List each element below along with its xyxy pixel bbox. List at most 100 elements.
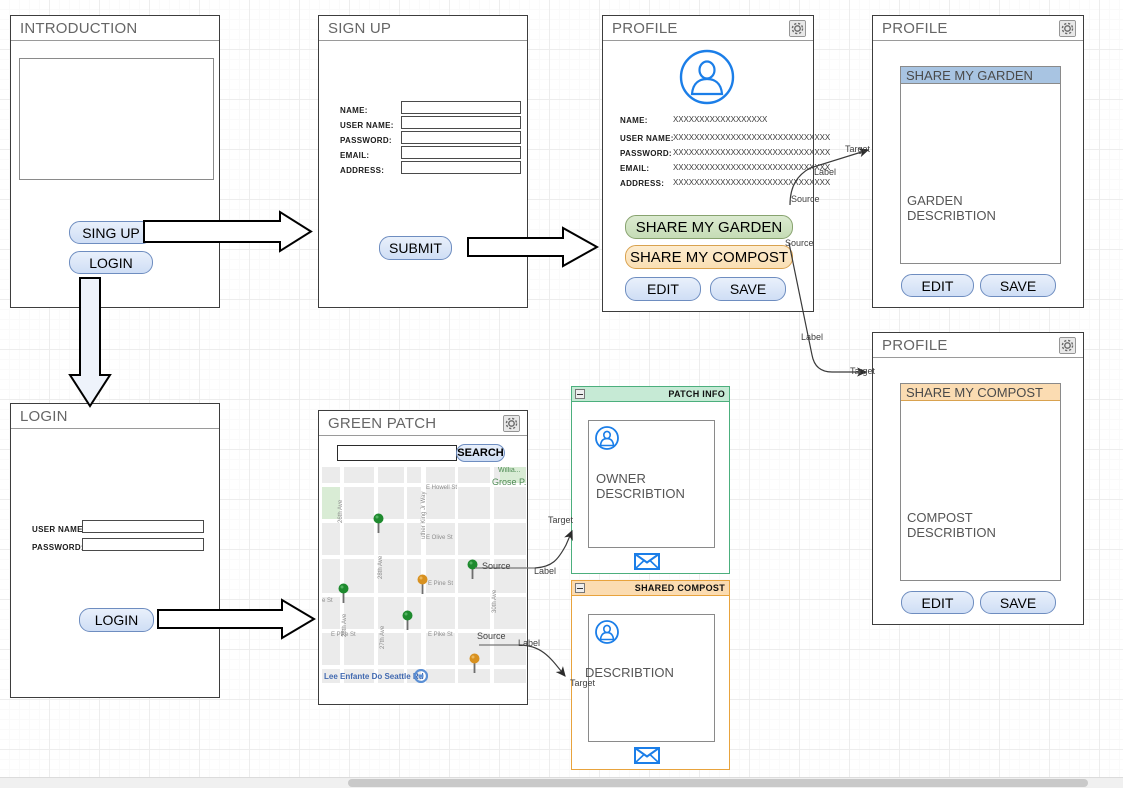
gear-icon[interactable]	[503, 415, 520, 432]
card-shared-compost[interactable]: SHARED COMPOST DESCRIBTION	[571, 580, 730, 770]
map-pin-orange[interactable]	[469, 653, 480, 673]
signup-address-input[interactable]	[401, 161, 521, 174]
map-street-label: 28th Ave	[342, 613, 348, 637]
signup-username-label: USER NAME:	[340, 121, 394, 130]
page-title: PROFILE	[882, 337, 948, 354]
page-title: GREEN PATCH	[328, 415, 437, 432]
envelope-icon[interactable]	[634, 553, 660, 575]
patch-info-description: OWNER DESCRIBTION	[596, 471, 685, 501]
page-title: SIGN UP	[328, 20, 392, 37]
search-input[interactable]	[337, 445, 457, 461]
connector-label-label: Label	[518, 638, 541, 648]
profile-email-label: EMAIL:	[620, 164, 650, 173]
map-park-label-top: Willia...	[498, 467, 521, 474]
shared-compost-body: DESCRIBTION	[585, 614, 715, 742]
signup-password-label: PASSWORD:	[340, 136, 392, 145]
map-street-label: e St	[322, 598, 333, 604]
signup-email-label: EMAIL:	[340, 151, 370, 160]
gear-icon[interactable]	[789, 20, 806, 37]
connector-label-label: Label	[814, 167, 837, 177]
signup-email-input[interactable]	[401, 146, 521, 159]
introduction-image-placeholder	[19, 58, 214, 180]
signup-name-input[interactable]	[401, 101, 521, 114]
page-title: PROFILE	[612, 20, 678, 37]
panel-login[interactable]: LOGIN USER NAME: PASSWORD: LOGIN	[10, 403, 220, 698]
profile-save-button[interactable]: SAVE	[710, 277, 786, 301]
profile-email-value: XXXXXXXXXXXXXXXXXXXXXXXXXXXXXX	[673, 163, 831, 172]
profile-password-value: XXXXXXXXXXXXXXXXXXXXXXXXXXXXXX	[673, 148, 831, 157]
shared-compost-title: SHARED COMPOST	[634, 583, 725, 593]
login-button[interactable]: LOGIN	[69, 251, 153, 274]
signup-username-input[interactable]	[401, 116, 521, 129]
page-title: INTRODUCTION	[20, 20, 138, 37]
green-patch-title-bar: GREEN PATCH	[319, 411, 527, 436]
connector-label-label: Label	[801, 332, 824, 342]
map-street-label: 26th Ave	[338, 499, 344, 523]
map-transit-icon	[413, 668, 429, 683]
map-street-label: E Pine St	[428, 581, 454, 587]
panel-profile-compost[interactable]: PROFILE SHARE MY COMPOST COMPOST DESCRIB…	[872, 332, 1084, 625]
profile-name-value: XXXXXXXXXXXXXXXXXX	[673, 115, 768, 124]
profile-compost-title-bar: PROFILE	[873, 333, 1083, 358]
map-pin-orange[interactable]	[417, 574, 428, 594]
map-street-label: E Olive St	[426, 535, 453, 541]
garden-edit-button[interactable]: EDIT	[901, 274, 974, 297]
profile-address-value: XXXXXXXXXXXXXXXXXXXXXXXXXXXXXX	[673, 178, 831, 187]
signup-name-label: NAME:	[340, 106, 368, 115]
user-avatar-icon	[679, 49, 735, 110]
envelope-icon[interactable]	[634, 747, 660, 769]
login-title-bar: LOGIN	[11, 404, 219, 429]
connector-label-label: Label	[534, 566, 557, 576]
login-username-label: USER NAME:	[32, 525, 86, 534]
collapse-icon[interactable]	[575, 583, 585, 593]
compost-description-box[interactable]: SHARE MY COMPOST COMPOST DESCRIBTION	[900, 383, 1061, 581]
compost-save-button[interactable]: SAVE	[980, 591, 1056, 614]
map-view[interactable]: E Howell St E Olive St E Pine St E Pike …	[322, 467, 526, 683]
panel-signup[interactable]: SIGN UP NAME: USER NAME: PASSWORD: EMAIL…	[318, 15, 528, 308]
login-submit-button[interactable]: LOGIN	[79, 608, 154, 632]
connector-label-source: Source	[791, 194, 820, 204]
sing-up-button[interactable]: SING UP	[69, 221, 153, 244]
login-password-input[interactable]	[82, 538, 204, 551]
map-street-label: 30th Ave	[492, 589, 498, 613]
map-street-label: uther King Jr Way	[421, 491, 427, 539]
share-my-compost-button[interactable]: SHARE MY COMPOST	[625, 245, 793, 269]
profile-username-label: USER NAME:	[620, 134, 674, 143]
profile-password-label: PASSWORD:	[620, 149, 672, 158]
garden-description-box[interactable]: SHARE MY GARDEN GARDEN DESCRIBTION	[900, 66, 1061, 264]
gear-icon[interactable]	[1059, 20, 1076, 37]
map-park-label: Grose P.	[492, 477, 526, 487]
compost-edit-button[interactable]: EDIT	[901, 591, 974, 614]
horizontal-scrollbar[interactable]	[0, 777, 1123, 788]
garden-list-header: SHARE MY GARDEN	[901, 67, 1060, 84]
garden-save-button[interactable]: SAVE	[980, 274, 1056, 297]
map-pin-green[interactable]	[402, 610, 413, 630]
user-avatar-icon	[595, 620, 619, 649]
connector-label-target: Target	[845, 144, 871, 154]
card-patch-info[interactable]: PATCH INFO OWNER DESCRIBTION	[571, 386, 730, 574]
panel-introduction[interactable]: INTRODUCTION SING UP LOGIN	[10, 15, 220, 308]
connector-label-target: Target	[570, 678, 596, 688]
map-pin-green[interactable]	[373, 513, 384, 533]
submit-button[interactable]: SUBMIT	[379, 236, 452, 260]
gear-icon[interactable]	[1059, 337, 1076, 354]
panel-green-patch[interactable]: GREEN PATCH SEARCH E Howell St E Olive S…	[318, 410, 528, 705]
signup-password-input[interactable]	[401, 131, 521, 144]
profile-edit-button[interactable]: EDIT	[625, 277, 701, 301]
collapse-icon[interactable]	[575, 389, 585, 399]
panel-profile-main[interactable]: PROFILE NAME: XXXXXXXXXXXXXXXXXX USER NA…	[602, 15, 830, 312]
map-road-label-bottom: Lee Enfante Do Seattle Rd	[324, 672, 424, 681]
login-username-input[interactable]	[82, 520, 204, 533]
page-title: PROFILE	[882, 20, 948, 37]
share-my-garden-button[interactable]: SHARE MY GARDEN	[625, 215, 793, 239]
panel-profile-garden[interactable]: PROFILE SHARE MY GARDEN GARDEN DESCRIBTI…	[872, 15, 1084, 308]
shared-compost-description: DESCRIBTION	[585, 665, 674, 680]
map-pin-green[interactable]	[338, 583, 349, 603]
patch-info-title: PATCH INFO	[668, 389, 725, 399]
search-button[interactable]: SEARCH	[456, 444, 505, 462]
scrollbar-thumb[interactable]	[348, 779, 1088, 787]
map-pin-green[interactable]	[467, 559, 478, 579]
connector-label-source: Source	[482, 561, 511, 571]
connector-label-source: Source	[477, 631, 506, 641]
profile-address-label: ADDRESS:	[620, 179, 665, 188]
